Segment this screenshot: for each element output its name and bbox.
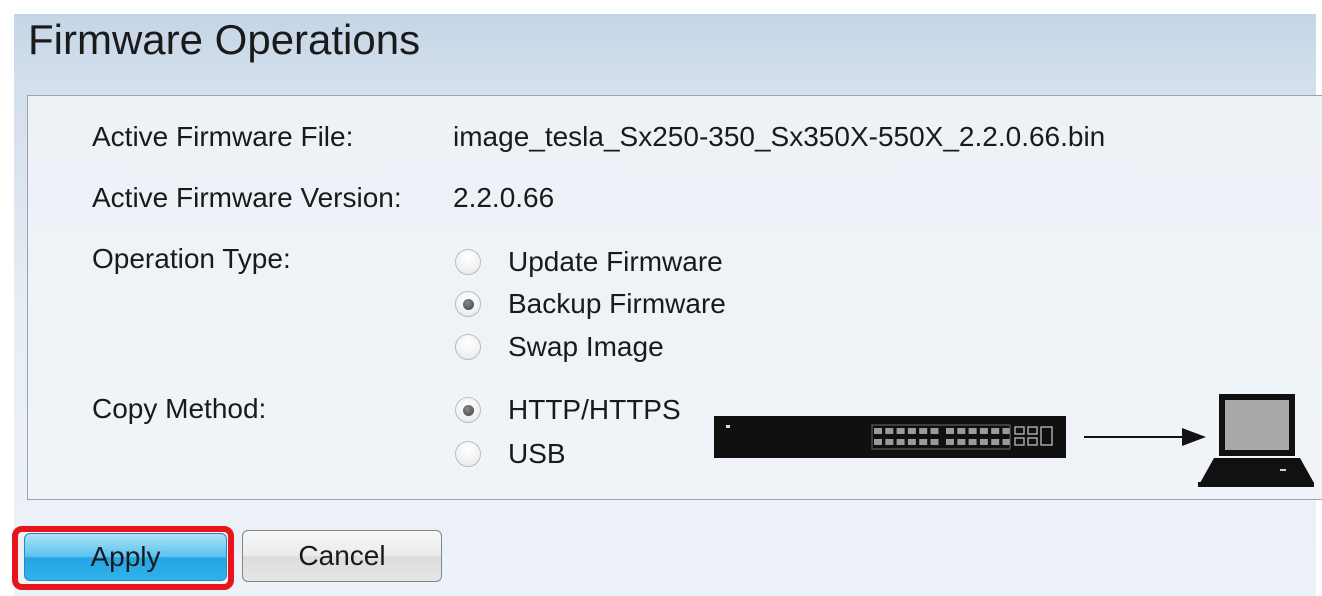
cancel-button[interactable]: Cancel — [242, 530, 442, 582]
laptop-icon — [1198, 394, 1314, 487]
page: Firmware Operations Active Firmware File… — [0, 0, 1322, 596]
operation-type-swap-image-option[interactable]: Swap Image — [455, 330, 664, 364]
network-switch-icon — [714, 416, 1066, 458]
switch-port — [946, 439, 954, 445]
active-firmware-file-label: Active Firmware File: — [92, 121, 354, 152]
radio-http-https[interactable] — [455, 397, 481, 423]
active-firmware-version-value: 2.2.0.66 — [453, 182, 555, 213]
radio-update-firmware[interactable] — [455, 249, 481, 275]
switch-port — [919, 439, 928, 445]
switch-port — [907, 439, 916, 445]
switch-port — [930, 439, 939, 445]
radio-backup-firmware[interactable] — [455, 291, 481, 317]
operation-type-label: Operation Type: — [92, 243, 291, 274]
switch-port — [896, 439, 905, 445]
radio-swap-image[interactable] — [455, 334, 481, 360]
switch-port — [896, 428, 905, 434]
arrow-right-icon — [1084, 428, 1206, 446]
radio-label-backup-firmware: Backup Firmware — [508, 288, 726, 319]
switch-port — [1002, 439, 1011, 445]
switch-port — [885, 428, 894, 434]
operation-type-backup-firmware-option[interactable]: Backup Firmware — [455, 287, 726, 321]
switch-port — [991, 428, 1000, 434]
switch-port — [968, 428, 977, 434]
switch-port — [946, 428, 954, 434]
radio-label-swap-image: Swap Image — [508, 331, 664, 362]
apply-button[interactable]: Apply — [24, 533, 227, 581]
switch-port — [874, 439, 882, 445]
copy-method-usb-option[interactable]: USB — [455, 437, 566, 471]
switch-port — [1002, 428, 1011, 434]
page-title: Firmware Operations — [28, 16, 421, 63]
active-firmware-file-value: image_tesla_Sx250-350_Sx350X-550X_2.2.0.… — [453, 121, 1106, 152]
switch-port — [957, 428, 966, 434]
switch-port — [874, 428, 882, 434]
switch-port — [919, 428, 928, 434]
operation-type-update-firmware-option[interactable]: Update Firmware — [455, 245, 723, 279]
switch-port — [991, 439, 1000, 445]
radio-label-usb: USB — [508, 438, 566, 469]
switch-port — [930, 428, 939, 434]
active-firmware-version-label: Active Firmware Version: — [92, 182, 402, 213]
switch-port — [907, 428, 916, 434]
radio-label-http-https: HTTP/HTTPS — [508, 394, 681, 425]
switch-port — [885, 439, 894, 445]
copy-method-label: Copy Method: — [92, 393, 267, 424]
copy-method-http-https-option[interactable]: HTTP/HTTPS — [455, 393, 681, 427]
radio-label-update-firmware: Update Firmware — [508, 246, 723, 277]
switch-port — [979, 428, 988, 434]
switch-port — [957, 439, 966, 445]
switch-port — [968, 439, 977, 445]
radio-usb[interactable] — [455, 441, 481, 467]
switch-port — [979, 439, 988, 445]
